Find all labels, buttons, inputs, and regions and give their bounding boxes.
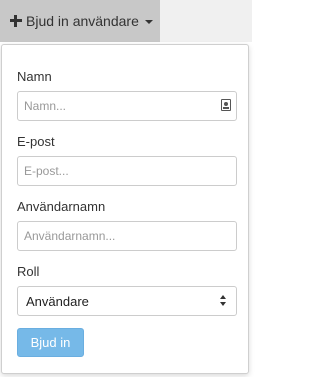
- caret-down-icon: [144, 20, 153, 24]
- invite-user-form-panel: Namn E-post Användarnamn Roll Användare …: [1, 44, 249, 374]
- username-label: Användarnamn: [17, 199, 106, 214]
- email-input[interactable]: [17, 156, 237, 186]
- email-label: E-post: [17, 134, 55, 149]
- invite-user-button-label: Bjud in användare: [26, 13, 139, 29]
- top-toolbar: Bjud in användare: [0, 0, 252, 42]
- role-select-value: Användare: [26, 293, 89, 309]
- contact-card-icon: [221, 99, 231, 111]
- name-field-wrapper: [17, 91, 237, 121]
- role-label: Roll: [17, 264, 40, 279]
- username-input[interactable]: [17, 221, 237, 251]
- up-down-arrows-icon: [220, 295, 228, 307]
- invite-submit-button[interactable]: Bjud in: [17, 328, 84, 357]
- role-select[interactable]: Användare: [17, 286, 237, 316]
- invite-user-button[interactable]: Bjud in användare: [0, 0, 160, 42]
- name-label: Namn: [17, 69, 52, 84]
- name-input[interactable]: [17, 91, 237, 121]
- plus-icon: [10, 15, 22, 27]
